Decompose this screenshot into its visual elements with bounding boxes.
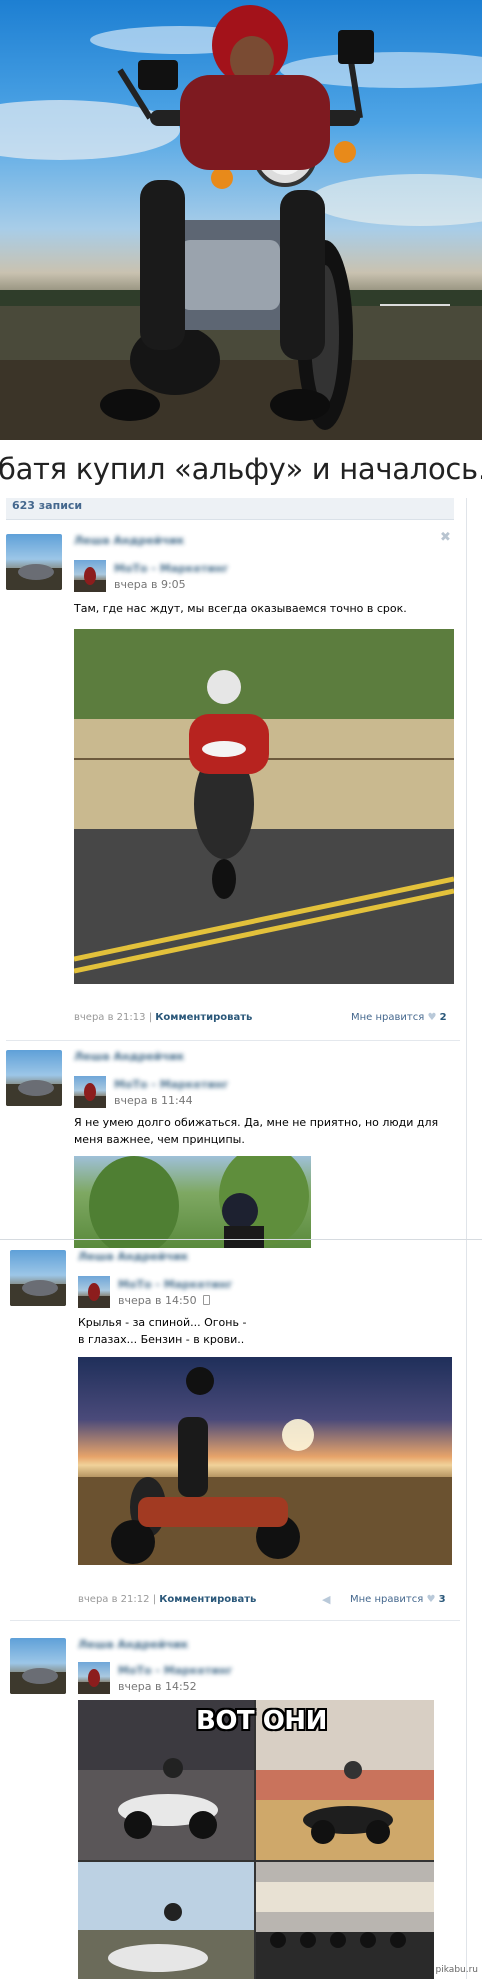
- author-name[interactable]: Леша Андрейчик: [74, 534, 184, 547]
- section-divider: [0, 1239, 482, 1240]
- like-count: 3: [438, 1594, 446, 1605]
- post-time[interactable]: вчера в 14:52: [118, 1680, 197, 1693]
- author-avatar[interactable]: [10, 1638, 66, 1694]
- repost-avatar[interactable]: [74, 560, 106, 592]
- vk-wall: 623 записи Леша Андрейчик ✖ МоТо - Марке…: [0, 498, 482, 1979]
- repost-source[interactable]: МоТо - Маркетинг: [118, 1664, 232, 1677]
- heart-icon: ♥: [426, 1594, 436, 1605]
- like-button[interactable]: Мне нравится ♥ 3: [350, 1594, 446, 1605]
- post-time: вчера в 14:50: [118, 1294, 211, 1307]
- repost-source[interactable]: МоТо - Маркетинг: [114, 1078, 228, 1091]
- post-time[interactable]: вчера в 9:05: [114, 578, 186, 591]
- author-avatar[interactable]: [6, 1050, 62, 1106]
- post-footer: вчера в 21:13 | Комментировать: [74, 1012, 253, 1023]
- repost-source[interactable]: МоТо - Маркетинг: [114, 562, 228, 575]
- post-photo-collage[interactable]: ВОТ ОНИ: [78, 1700, 434, 1979]
- watermark: pikabu.ru: [435, 1965, 478, 1975]
- author-name[interactable]: Леша Андрейчик: [78, 1250, 188, 1263]
- close-icon[interactable]: ✖: [440, 530, 451, 545]
- like-label: Мне нравится: [350, 1594, 424, 1605]
- hero-photo: [0, 0, 482, 440]
- post-photo[interactable]: [74, 629, 454, 984]
- wall-count: 623 записи: [12, 499, 83, 512]
- post-text-line: меня важнее, чем принципы.: [74, 1133, 245, 1146]
- footer-time[interactable]: вчера в 21:13: [74, 1012, 146, 1023]
- repost-avatar[interactable]: [78, 1662, 110, 1694]
- post-photo[interactable]: [74, 1156, 311, 1248]
- post-divider: [6, 1040, 460, 1041]
- heart-icon: ♥: [427, 1012, 437, 1023]
- comment-link[interactable]: Комментировать: [159, 1594, 256, 1605]
- post-text: Там, где нас ждут, мы всегда оказываемся…: [74, 602, 407, 615]
- post-photo[interactable]: [78, 1357, 452, 1565]
- mobile-icon: [203, 1295, 211, 1305]
- post-text-line: Я не умею долго обижаться. Да, мне не пр…: [74, 1116, 439, 1129]
- author-avatar[interactable]: [10, 1250, 66, 1306]
- post-time[interactable]: вчера в 11:44: [114, 1094, 193, 1107]
- footer-time[interactable]: вчера в 21:12: [78, 1594, 150, 1605]
- post-text: Я не умею долго обижаться. Да, мне не пр…: [74, 1114, 438, 1148]
- author-avatar[interactable]: [6, 534, 62, 590]
- like-button[interactable]: Мне нравится ♥ 2: [351, 1012, 447, 1023]
- repost-source[interactable]: МоТо - Маркетинг: [118, 1278, 232, 1291]
- megaphone-icon[interactable]: ◀: [322, 1593, 330, 1606]
- post-time-link[interactable]: вчера в 14:50: [118, 1294, 197, 1307]
- post-footer: вчера в 21:12 | Комментировать: [78, 1594, 257, 1605]
- like-count: 2: [439, 1012, 447, 1023]
- post-text-line: в глазах... Бензин - в крови..: [78, 1333, 245, 1346]
- comment-link[interactable]: Комментировать: [155, 1012, 252, 1023]
- caption-text: батя купил «альфу» и началось...: [0, 452, 482, 486]
- photo-caption: батя купил «альфу» и началось...: [0, 440, 482, 498]
- repost-avatar[interactable]: [78, 1276, 110, 1308]
- like-label: Мне нравится: [351, 1012, 425, 1023]
- post-text: Крылья - за спиной... Огонь - в глазах..…: [78, 1314, 246, 1348]
- meme-text: ВОТ ОНИ: [196, 1706, 327, 1736]
- wall-count-bar: 623 записи: [6, 498, 454, 520]
- post-text-line: Крылья - за спиной... Огонь -: [78, 1316, 247, 1329]
- author-name[interactable]: Леша Андрейчик: [78, 1638, 188, 1651]
- post-divider: [10, 1620, 460, 1621]
- repost-avatar[interactable]: [74, 1076, 106, 1108]
- author-name[interactable]: Леша Андрейчик: [74, 1050, 184, 1063]
